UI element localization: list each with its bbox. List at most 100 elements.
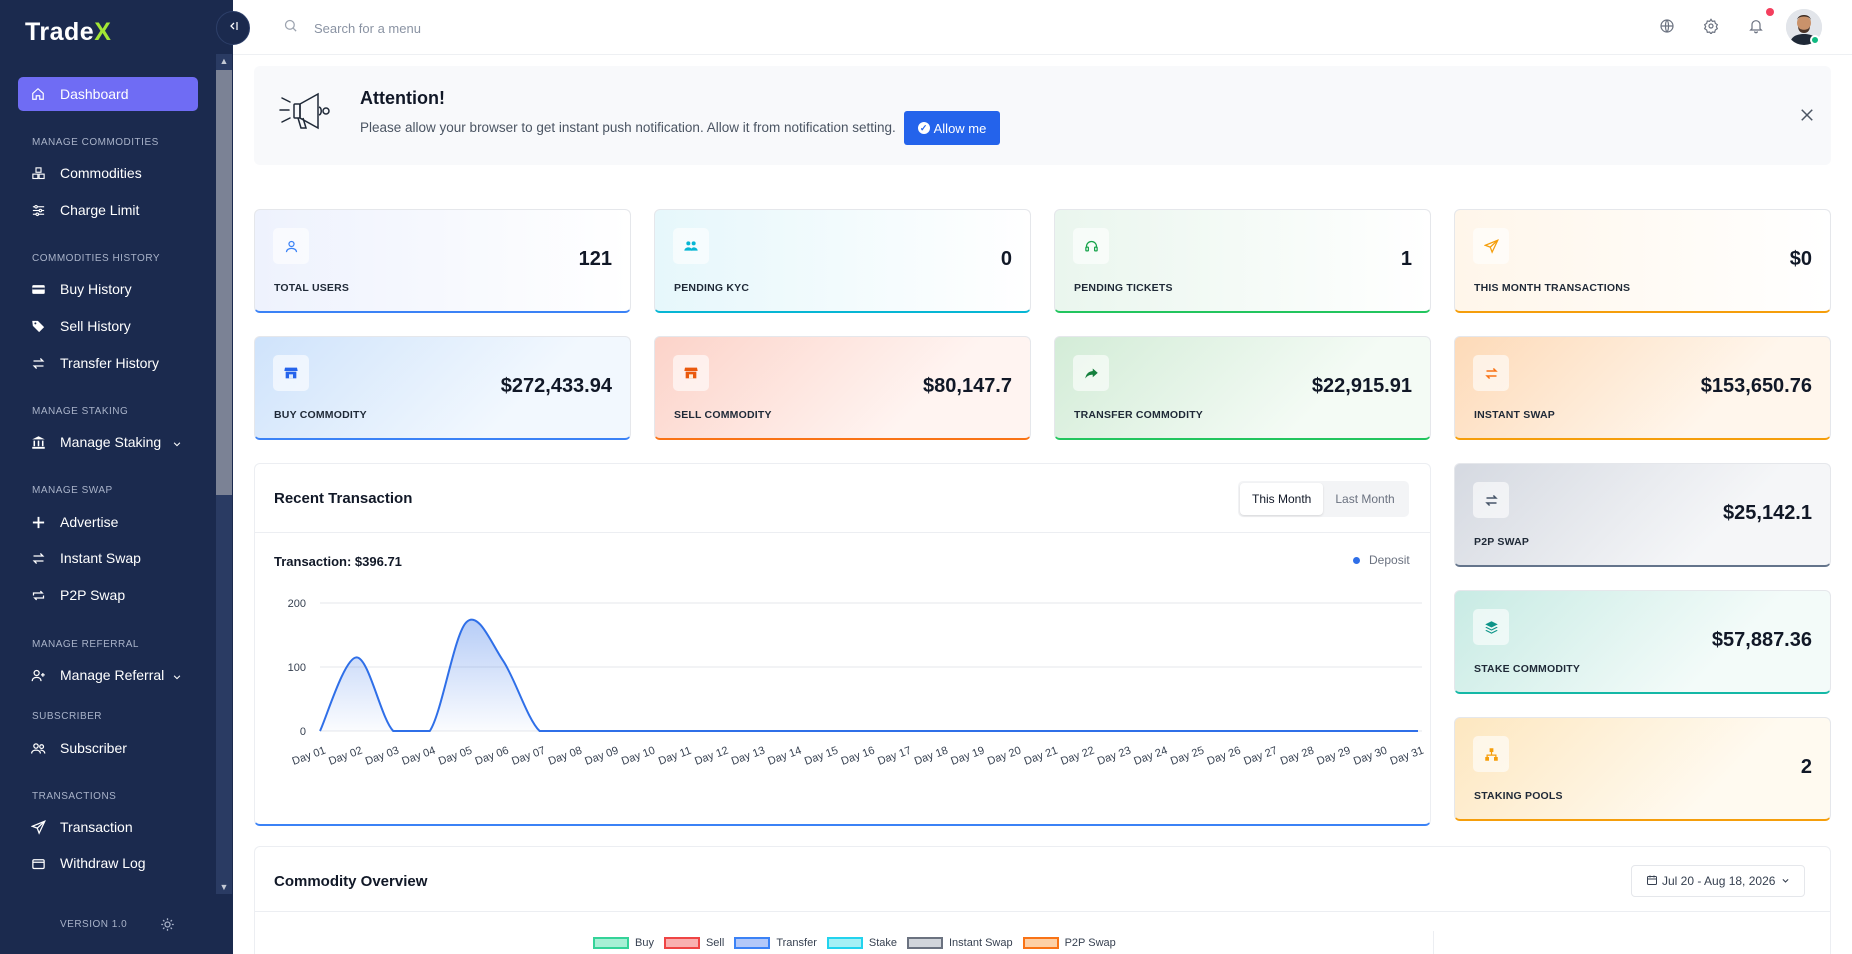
sidebar-collapse-button[interactable]	[216, 11, 250, 45]
sidebar-item-withdraw-log[interactable]: Withdraw Log	[18, 846, 198, 880]
stat-value: 0	[1000, 248, 1012, 270]
bank-icon	[30, 434, 46, 450]
sidebar-item-subscriber[interactable]: Subscriber	[18, 731, 198, 765]
section-manage-referral: MANAGE REFERRAL	[32, 639, 139, 650]
allow-notifications-button[interactable]: ✓ Allow me	[904, 111, 1000, 145]
topbar	[233, 0, 1852, 55]
stat-card-transfer-commodity[interactable]: TRANSFER COMMODITY $22,915.91	[1054, 336, 1431, 440]
tab-this-month[interactable]: This Month	[1240, 483, 1324, 515]
date-range-picker[interactable]: Jul 20 - Aug 18, 2026	[1631, 865, 1806, 897]
x-tick-label: Day 16	[840, 745, 877, 768]
x-tick-label: Day 24	[1132, 745, 1169, 768]
check-circle-icon: ✓	[917, 122, 930, 134]
x-tick-label: Day 26	[1206, 745, 1243, 768]
store-icon	[273, 355, 309, 391]
legend-item[interactable]: P2P Swap	[1022, 937, 1116, 949]
legend-item[interactable]: Stake	[826, 937, 897, 949]
scrollbar-thumb[interactable]	[216, 70, 232, 495]
bell-icon[interactable]	[1748, 18, 1764, 39]
banner-message: Please allow your browser to get instant…	[360, 120, 896, 135]
stat-label: STAKING POOLS	[1474, 790, 1563, 802]
legend-label: Stake	[868, 937, 897, 949]
legend-label: Instant Swap	[949, 937, 1013, 949]
sidebar-item-manage-referral[interactable]: Manage Referral	[18, 658, 198, 692]
stat-card-pending-kyc[interactable]: PENDING KYC 0	[654, 209, 1031, 313]
legend-label: Buy	[635, 937, 654, 949]
scroll-up-icon[interactable]: ▲	[219, 56, 229, 66]
sidebar-item-buy-history[interactable]: Buy History	[18, 272, 198, 306]
stat-label: INSTANT SWAP	[1474, 409, 1555, 421]
stat-card-instant-swap[interactable]: INSTANT SWAP $153,650.76	[1454, 336, 1831, 440]
scroll-down-icon[interactable]: ▼	[219, 882, 229, 892]
legend-item[interactable]: Transfer	[734, 937, 817, 949]
globe-icon[interactable]	[1659, 18, 1675, 39]
collapse-icon	[227, 19, 239, 37]
stat-card-buy-commodity[interactable]: BUY COMMODITY $272,433.94	[254, 336, 631, 440]
stat-label: PENDING KYC	[674, 282, 750, 294]
x-tick-label: Day 23	[1096, 745, 1133, 768]
sidebar-item-instant-swap[interactable]: Instant Swap	[18, 541, 198, 575]
sidebar-item-advertise[interactable]: Advertise	[18, 505, 198, 539]
stat-value: $272,433.94	[500, 375, 612, 397]
sidebar-scrollbar[interactable]: ▲ ▼	[216, 54, 232, 894]
stat-card-sell-commodity[interactable]: SELL COMMODITY $80,147.7	[654, 336, 1031, 440]
store-icon	[673, 355, 709, 391]
sidebar-item-p2p-swap[interactable]: P2P Swap	[18, 578, 198, 612]
sidebar-item-label: Sell History	[60, 318, 131, 334]
x-tick-label: Day 18	[913, 745, 950, 768]
stat-card-total-users[interactable]: TOTAL USERS 121	[254, 209, 631, 313]
transaction-total: Transaction: $396.71	[274, 554, 402, 569]
allow-button-label: Allow me	[933, 120, 987, 136]
close-icon[interactable]	[1798, 106, 1816, 129]
stat-label: THIS MONTH TRANSACTIONS	[1474, 282, 1631, 294]
stat-card-month-transactions[interactable]: THIS MONTH TRANSACTIONS $0	[1454, 209, 1831, 313]
sidebar-item-charge-limit[interactable]: Charge Limit	[18, 193, 198, 227]
x-tick-label: Day 13	[730, 745, 767, 768]
sidebar-item-transaction[interactable]: Transaction	[18, 810, 198, 844]
layers-icon	[1473, 609, 1509, 645]
section-manage-staking: MANAGE STAKING	[32, 406, 129, 417]
stat-card-staking-pools[interactable]: STAKING POOLS 2	[1454, 717, 1831, 821]
x-tick-label: Day 03	[364, 745, 401, 768]
sidebar: TradeX Dashboard MANAGE COMMODITIES Comm…	[0, 0, 233, 954]
x-tick-label: Day 06	[474, 745, 511, 768]
x-tick-label: Day 10	[620, 745, 657, 768]
boxes-icon	[30, 165, 46, 181]
legend-swatch	[593, 937, 629, 949]
search-bar[interactable]	[283, 18, 614, 38]
legend-item[interactable]: Instant Swap	[907, 937, 1013, 949]
stat-card-stake-commodity[interactable]: STAKE COMMODITY $57,887.36	[1454, 590, 1831, 694]
search-input[interactable]	[314, 20, 614, 36]
sidebar-item-manage-staking[interactable]: Manage Staking	[18, 425, 198, 459]
stat-value: $57,887.36	[1711, 629, 1812, 651]
recent-transaction-panel: Recent Transaction This Month Last Month…	[254, 463, 1431, 826]
panel-header: Recent Transaction This Month Last Month	[255, 464, 1430, 533]
users-icon	[673, 228, 709, 264]
stat-card-p2p-swap[interactable]: P2P SWAP $25,142.1	[1454, 463, 1831, 567]
sitemap-icon	[1473, 736, 1509, 772]
stat-card-pending-tickets[interactable]: PENDING TICKETS 1	[1054, 209, 1431, 313]
x-tick-label: Day 15	[803, 745, 840, 768]
legend-item[interactable]: Buy	[593, 937, 654, 949]
legend-item[interactable]: Sell	[663, 937, 724, 949]
stat-label: TOTAL USERS	[274, 282, 350, 294]
sidebar-item-commodities[interactable]: Commodities	[18, 156, 198, 190]
logo-accent: X	[94, 18, 112, 46]
sidebar-item-sell-history[interactable]: Sell History	[18, 309, 198, 343]
app-logo[interactable]: TradeX	[25, 18, 111, 47]
sidebar-item-dashboard[interactable]: Dashboard	[18, 77, 198, 111]
sun-icon[interactable]	[160, 917, 175, 937]
period-toggle: This Month Last Month	[1238, 481, 1409, 517]
section-manage-commodities: MANAGE COMMODITIES	[32, 137, 159, 148]
x-tick-label: Day 29	[1315, 745, 1352, 768]
tab-last-month[interactable]: Last Month	[1323, 483, 1406, 515]
notification-dot	[1766, 8, 1774, 16]
x-tick-label: Day 05	[437, 745, 474, 768]
transaction-chart: 0100200Day 01 Day 02 Day 03 Day 04 Day 05 Day…	[288, 598, 1426, 768]
commodity-overview-panel: Commodity Overview Jul 20 - Aug 18, 2026…	[254, 846, 1831, 954]
arrows-exchange-icon	[1473, 482, 1509, 518]
stat-label: BUY COMMODITY	[274, 409, 367, 421]
gear-icon[interactable]	[1703, 18, 1719, 39]
legend-label: Transfer	[776, 937, 817, 949]
sidebar-item-transfer-history[interactable]: Transfer History	[18, 346, 198, 380]
